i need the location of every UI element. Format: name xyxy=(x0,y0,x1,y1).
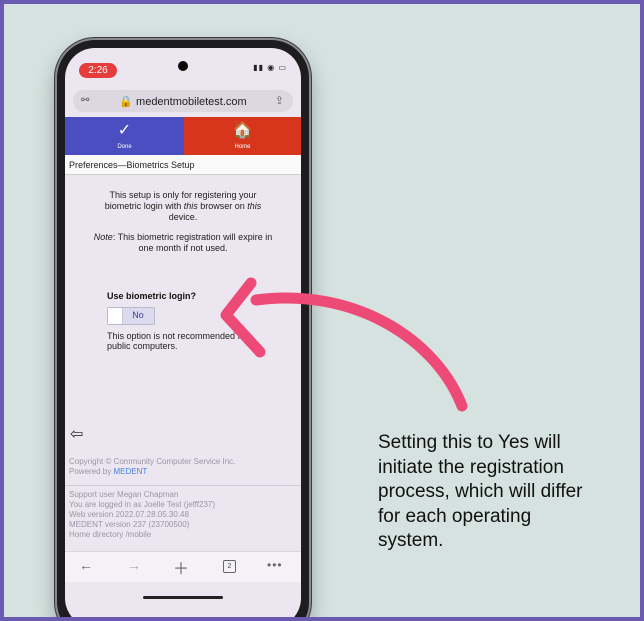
arrow-curve xyxy=(250,292,468,412)
slide-frame: 2:26 ▮▮ ◉ ▭ ⚯ 🔒 medentmobiletest.com ⇪ ✓… xyxy=(4,4,640,617)
arrow-head xyxy=(220,277,266,358)
callout-text: Setting this to Yes will initiate the re… xyxy=(378,432,583,551)
